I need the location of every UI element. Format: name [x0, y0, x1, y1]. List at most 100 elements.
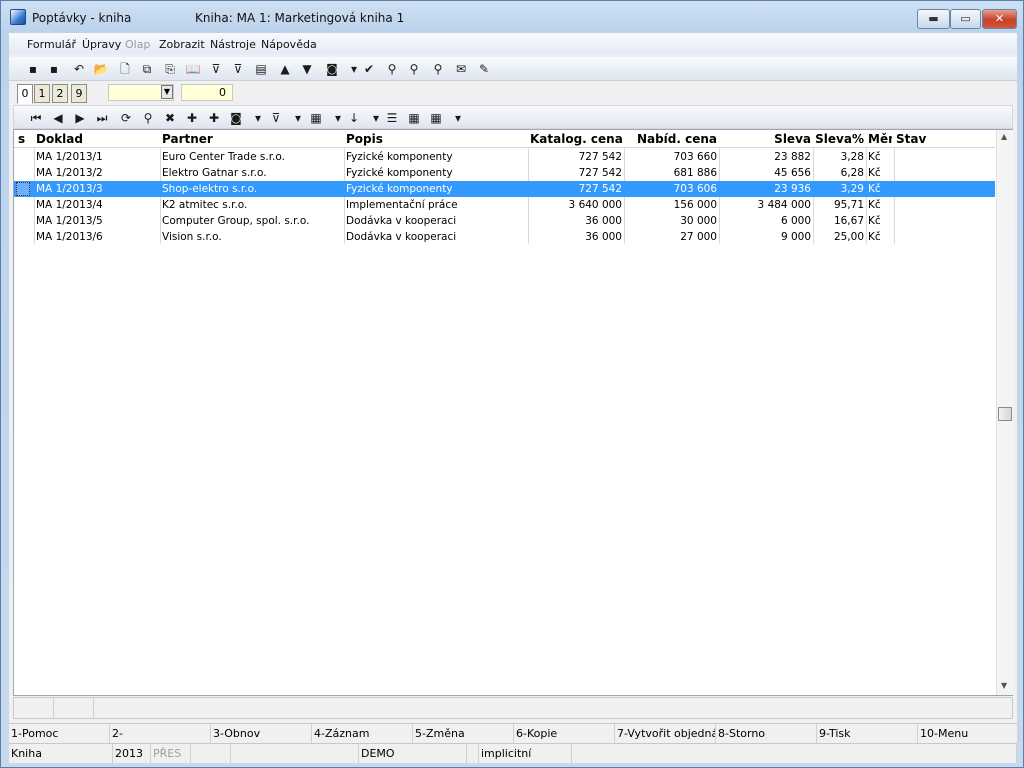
column-header-mena[interactable]: Měna: [868, 132, 892, 146]
fkey-2[interactable]: 2-: [110, 724, 211, 743]
column-header-nabid[interactable]: Nabíd. cena: [626, 132, 717, 146]
mail-icon[interactable]: ✉: [453, 61, 469, 77]
money-icon[interactable]: ▤: [253, 61, 269, 77]
column-header-s[interactable]: s: [18, 132, 32, 146]
dropdown-arrow-icon[interactable]: ▾: [250, 110, 266, 126]
fkey-10[interactable]: 10-Menu: [918, 724, 1019, 743]
tab-9[interactable]: 9: [71, 84, 87, 103]
fkey-5[interactable]: 5-Změna: [413, 724, 514, 743]
fkey-3[interactable]: 3-Obnov: [211, 724, 312, 743]
open-folder-icon[interactable]: 📂: [93, 61, 109, 77]
scroll-down-icon[interactable]: ▼: [1001, 681, 1007, 690]
next-record-icon[interactable]: ▶: [72, 110, 88, 126]
cell-nabid: 703 660: [673, 151, 717, 163]
table-row[interactable]: MA 1/2013/4 K2 atmitec s.r.o. Implementačn…: [14, 197, 995, 213]
last-record-icon[interactable]: ⏭: [94, 110, 110, 126]
first-record-icon[interactable]: ⏮: [28, 110, 44, 126]
undo-icon[interactable]: ↶: [71, 61, 87, 77]
search-icon[interactable]: ⚲: [140, 110, 156, 126]
arrow-up-icon[interactable]: ▲: [277, 61, 293, 77]
check-filter-icon[interactable]: ✔: [361, 61, 377, 77]
filter-icon[interactable]: ⊽: [208, 61, 224, 77]
copy-icon[interactable]: ⧉: [139, 61, 155, 77]
menu-formulář[interactable]: Formulář: [27, 38, 76, 51]
title-bar[interactable]: Poptávky - kniha Kniha: MA 1: Marketingo…: [1, 1, 1023, 31]
delete-icon[interactable]: ✖: [162, 110, 178, 126]
sort-icon[interactable]: ↓: [346, 110, 362, 126]
summary-cell: [14, 698, 54, 718]
cell-popis: Fyzické komponenty: [346, 167, 453, 179]
dropdown-arrow-icon[interactable]: ▾: [290, 110, 306, 126]
table-row[interactable]: MA 1/2013/3 Shop-elektro s.r.o. Fyzické ko…: [14, 181, 995, 197]
column-header-sleva[interactable]: Sleva: [721, 132, 811, 146]
table-row[interactable]: MA 1/2013/6 Vision s.r.o. Dodávka v kooper…: [14, 229, 995, 245]
cell-slevapct: 95,71: [833, 199, 864, 211]
book-icon[interactable]: 📖: [185, 61, 201, 77]
cell-nabid: 27 000: [680, 231, 717, 243]
column-header-stav[interactable]: Stav: [896, 132, 992, 146]
tab-0[interactable]: 0: [17, 84, 33, 104]
scroll-thumb[interactable]: [998, 407, 1012, 421]
find-prev-icon[interactable]: ⚲: [430, 61, 446, 77]
vertical-scrollbar[interactable]: ▲ ▼: [996, 130, 1013, 695]
prev-record-icon[interactable]: ◀: [50, 110, 66, 126]
column-header-slevapct[interactable]: Sleva%: [815, 132, 864, 146]
new-document-icon[interactable]: 🗋: [117, 61, 133, 77]
camera-icon[interactable]: ◙: [324, 61, 340, 77]
application-window: Poptávky - kniha Kniha: MA 1: Marketingo…: [0, 0, 1024, 768]
table-row[interactable]: MA 1/2013/5 Computer Group, spol. s.r.o. D…: [14, 213, 995, 229]
grid-header: s Doklad Partner Popis Katalog. cena Nabíd. c…: [14, 130, 995, 148]
export-icon[interactable]: ▦: [308, 110, 324, 126]
excel-icon[interactable]: ▦: [406, 110, 422, 126]
fkey-9[interactable]: 9-Tisk: [817, 724, 918, 743]
columns-icon[interactable]: ▦: [428, 110, 444, 126]
tab-1[interactable]: 1: [34, 84, 50, 103]
refresh-icon[interactable]: ⟳: [118, 110, 134, 126]
save-icon[interactable]: ▪: [25, 61, 41, 77]
add-icon[interactable]: ✚: [184, 110, 200, 126]
filter-icon[interactable]: ⊽: [268, 110, 284, 126]
list-icon[interactable]: ☰: [384, 110, 400, 126]
find-next-icon[interactable]: ⚲: [406, 61, 422, 77]
add-copy-icon[interactable]: ✚: [206, 110, 222, 126]
cell-partner: Elektro Gatnar s.r.o.: [162, 167, 267, 179]
menu-nástroje[interactable]: Nástroje: [210, 38, 256, 51]
save-as-icon[interactable]: ▪: [46, 61, 62, 77]
column-header-doklad[interactable]: Doklad: [36, 132, 158, 146]
binoculars-icon[interactable]: ⚲: [384, 61, 400, 77]
edit-icon[interactable]: ✎: [476, 61, 492, 77]
dropdown-arrow-icon[interactable]: ▾: [346, 61, 362, 77]
camera-icon[interactable]: ◙: [228, 110, 244, 126]
column-header-partner[interactable]: Partner: [162, 132, 342, 146]
column-header-katalog[interactable]: Katalog. cena: [530, 132, 622, 146]
column-header-popis[interactable]: Popis: [346, 132, 526, 146]
arrow-down-icon[interactable]: ▼: [299, 61, 315, 77]
close-button[interactable]: ✕: [982, 9, 1017, 29]
menu-nápověda[interactable]: Nápověda: [261, 38, 317, 51]
menu-úpravy[interactable]: Úpravy: [82, 38, 121, 51]
fkey-4[interactable]: 4-Záznam: [312, 724, 413, 743]
dropdown-arrow-icon[interactable]: ▾: [368, 110, 384, 126]
table-row[interactable]: MA 1/2013/1 Euro Center Trade s.r.o. Fyzic…: [14, 149, 995, 165]
fkey-6[interactable]: 6-Kopie: [514, 724, 615, 743]
fkey-7[interactable]: 7-Vytvořit objednáv: [615, 724, 716, 743]
data-grid[interactable]: s Doklad Partner Popis Katalog. cena Nabíd. c…: [13, 129, 1013, 696]
tab-2[interactable]: 2: [52, 84, 68, 103]
dropdown-arrow-icon[interactable]: ▾: [450, 110, 466, 126]
fkey-8[interactable]: 8-Storno: [716, 724, 817, 743]
cell-stav: [896, 199, 992, 213]
table-row[interactable]: MA 1/2013/2 Elektro Gatnar s.r.o. Fyzické …: [14, 165, 995, 181]
fkey-1[interactable]: 1-Pomoc: [9, 724, 110, 743]
dropdown-arrow-icon[interactable]: ▾: [330, 110, 346, 126]
record-count-field[interactable]: 0: [181, 84, 233, 101]
paste-icon[interactable]: ⎘: [162, 61, 178, 77]
maximize-button[interactable]: ▭: [950, 9, 981, 29]
filtered-document-icon[interactable]: ⊽: [230, 61, 246, 77]
cell-slevapct: 25,00: [833, 231, 864, 243]
scroll-up-icon[interactable]: ▲: [1001, 132, 1007, 141]
cell-katalog: 3 640 000: [568, 199, 622, 211]
cell-partner: K2 atmitec s.r.o.: [162, 199, 248, 211]
minimize-button[interactable]: ▬: [917, 9, 950, 29]
filter-dropdown-icon[interactable]: ▼: [161, 85, 173, 99]
menu-zobrazit[interactable]: Zobrazit: [159, 38, 205, 51]
